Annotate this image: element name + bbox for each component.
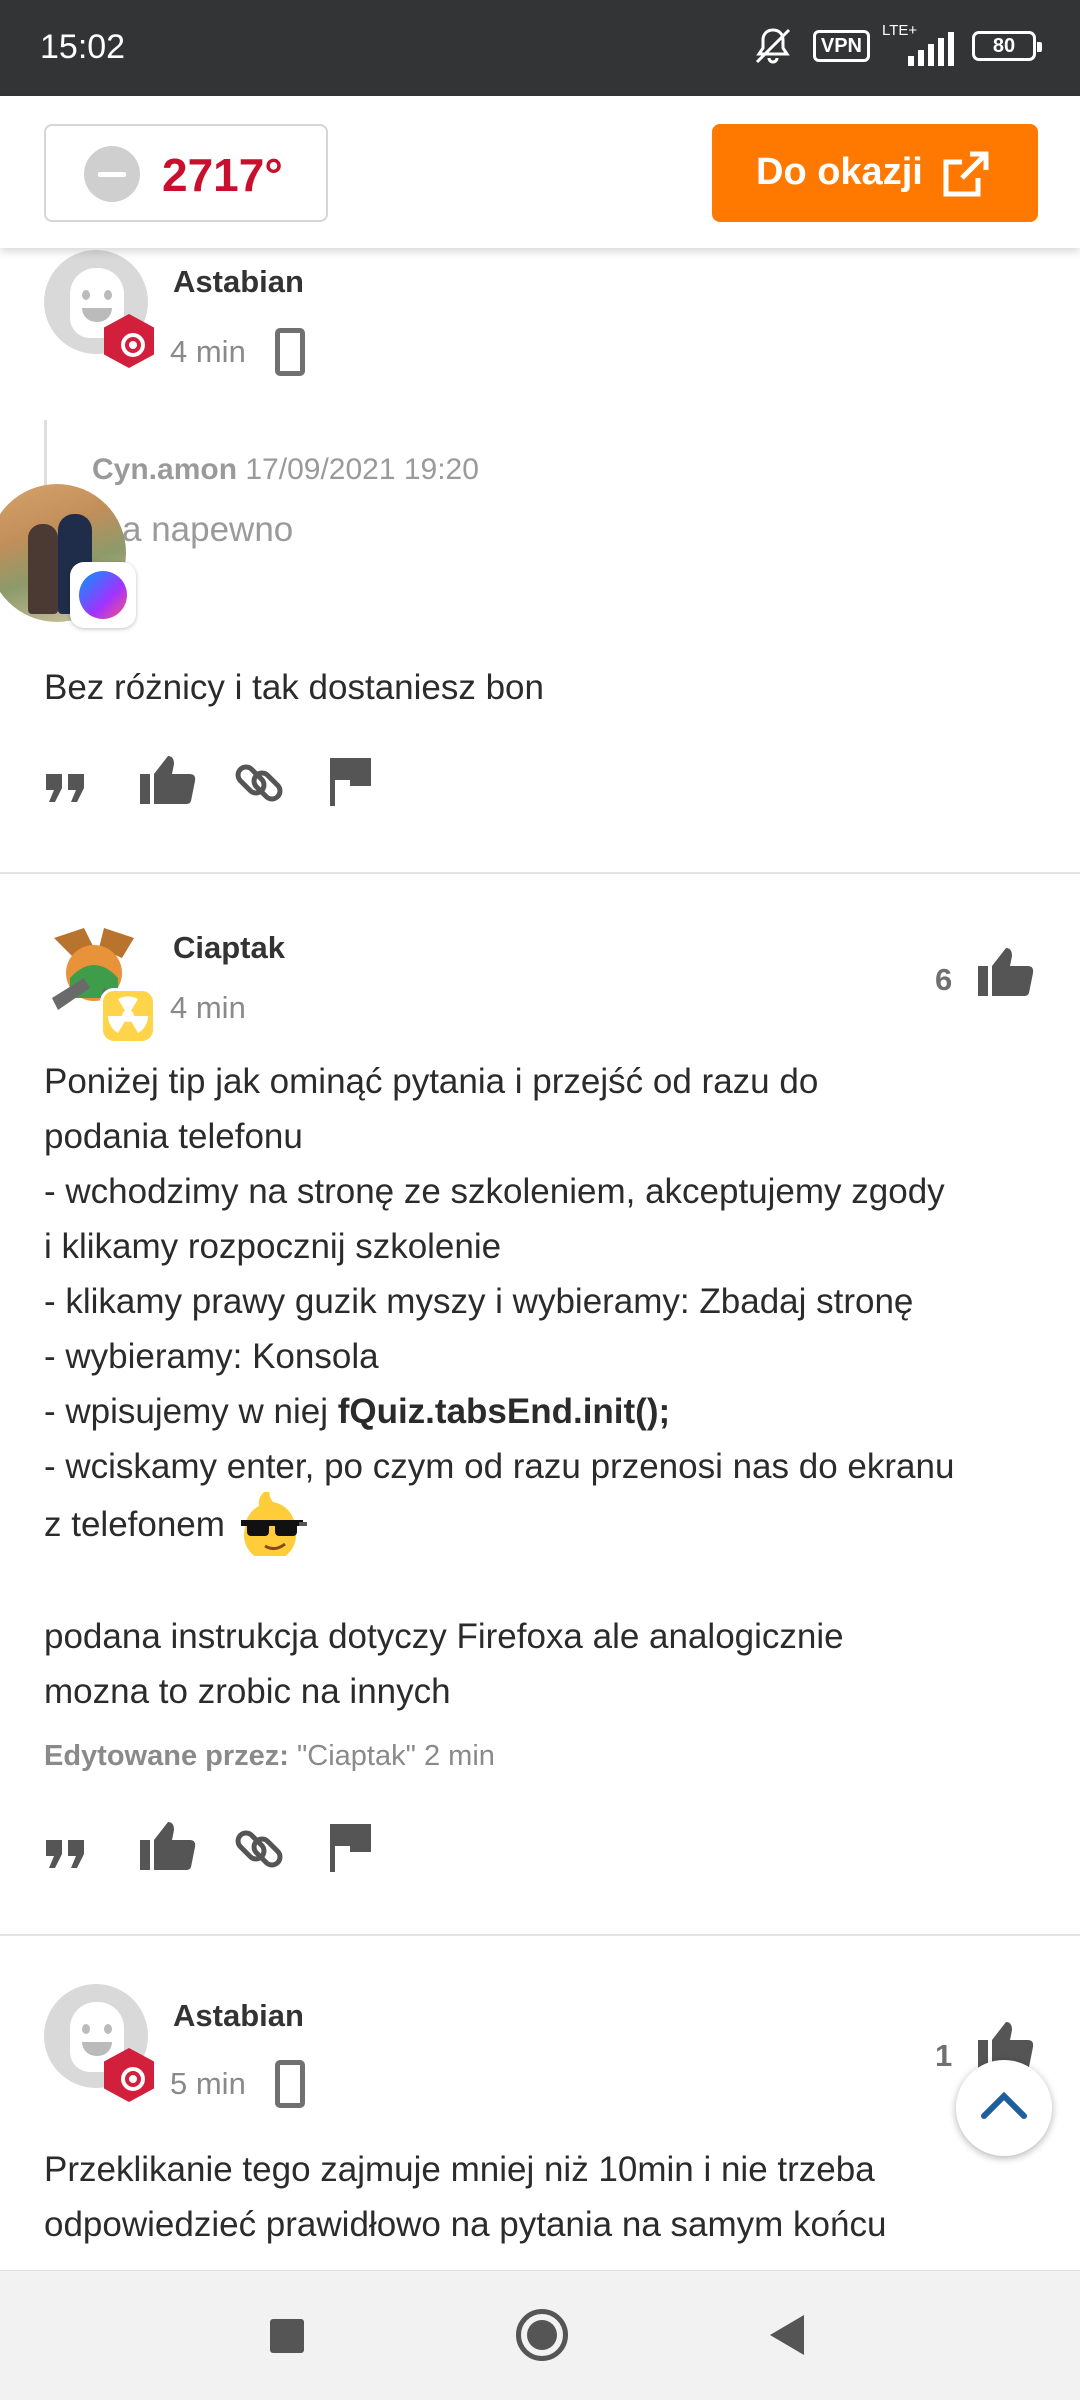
battery-icon: 80 xyxy=(972,31,1042,61)
text-line: podania telefonu xyxy=(44,1117,303,1156)
comment-text: Poniżej tip jak ominąć pytania i przejść… xyxy=(44,1054,1044,1719)
edited-by: "Ciaptak" 2 min xyxy=(297,1740,495,1772)
text-line: i klikamy rozpocznij szkolenie xyxy=(44,1227,502,1266)
thumbs-up-icon xyxy=(140,1822,196,1870)
like-button[interactable] xyxy=(138,754,232,810)
text-line: - wpisujemy w niej fQuiz.tabsEnd.init(); xyxy=(44,1384,1044,1439)
comments-list: Astabian 4 min Cyn.amon 17/09/2021 19:20… xyxy=(0,248,1080,2270)
text-line: Przeklikanie tego zajmuje mniej niż 10mi… xyxy=(44,2150,875,2189)
network-type: LTE+ xyxy=(882,22,918,39)
quoted-text: a napewno xyxy=(122,510,294,549)
radiation-badge-icon xyxy=(100,988,156,1044)
vpn-icon: VPN xyxy=(812,30,870,62)
text-line: - wciskamy enter, po czym od razu przeno… xyxy=(44,1447,955,1486)
comment-text: Bez różnicy i tak dostaniesz bon xyxy=(44,668,544,707)
phone-icon xyxy=(275,328,305,376)
sunglasses-emoji-icon xyxy=(235,1492,307,1556)
edited-label: Edytowane przez: xyxy=(44,1740,289,1772)
text-line: odpowiedzieć prawidłowo na pytania na sa… xyxy=(44,2205,887,2244)
comment-author[interactable]: Astabian xyxy=(173,1998,304,2034)
link-icon xyxy=(235,1830,283,1868)
comment-actions xyxy=(44,1820,420,1876)
comment-time: 4 min xyxy=(170,334,246,369)
phone-icon xyxy=(275,2060,305,2108)
text-line: - wybieramy: Konsola xyxy=(44,1337,379,1376)
go-to-deal-label: Do okazji xyxy=(756,151,923,193)
chevron-up-icon xyxy=(981,2091,1027,2119)
quoted-date: 17/09/2021 19:20 xyxy=(245,453,479,486)
quoted-comment-meta: Cyn.amon 17/09/2021 19:20 xyxy=(92,453,479,487)
copy-link-button[interactable] xyxy=(232,1820,326,1876)
external-link-icon xyxy=(943,151,989,197)
flag-icon xyxy=(330,758,371,806)
text-line: - wchodzimy na stronę ze szkoleniem, akc… xyxy=(44,1172,945,1211)
thumbs-up-icon xyxy=(140,756,196,804)
link-icon xyxy=(235,764,283,802)
status-icons: VPN LTE+ 80 xyxy=(751,22,1042,68)
text-line: - klikamy prawy guzik myszy i wybieramy:… xyxy=(44,1282,914,1321)
signal-icon: LTE+ xyxy=(882,22,954,66)
report-button[interactable] xyxy=(326,754,420,810)
like-button[interactable] xyxy=(138,1820,232,1876)
temperature-value: 2717° xyxy=(162,149,283,201)
report-button[interactable] xyxy=(326,1820,420,1876)
battery-level: 80 xyxy=(992,35,1016,57)
comment-divider xyxy=(0,1934,1080,1936)
scroll-to-top-button[interactable] xyxy=(956,2060,1052,2156)
comment-time: 4 min xyxy=(170,990,246,1025)
comment-actions xyxy=(44,754,420,810)
comment-author[interactable]: Astabian xyxy=(173,264,304,300)
deal-header-bar: 2717° Do okazji xyxy=(0,96,1080,248)
comment-divider xyxy=(0,872,1080,874)
comment-time: 5 min xyxy=(170,2066,246,2101)
text-line: Poniżej tip jak ominąć pytania i przejść… xyxy=(44,1062,819,1101)
messenger-icon xyxy=(70,562,136,628)
like-count: 1 xyxy=(935,2038,953,2073)
back-button[interactable] xyxy=(770,2315,804,2355)
recent-apps-button[interactable] xyxy=(270,2319,304,2353)
status-bar: 15:02 VPN LTE+ 80 xyxy=(0,0,1080,96)
copy-link-button[interactable] xyxy=(232,754,326,810)
text-line: podana instrukcja dotyczy Firefoxa ale a… xyxy=(44,1617,844,1656)
code-snippet: fQuiz.tabsEnd.init(); xyxy=(337,1392,671,1431)
text-fragment: - wpisujemy w niej xyxy=(44,1392,338,1431)
temperature-box: 2717° xyxy=(44,124,328,222)
status-time: 15:02 xyxy=(40,28,126,66)
go-to-deal-button[interactable]: Do okazji xyxy=(712,124,1038,222)
quote-button[interactable] xyxy=(44,1820,138,1876)
vote-cold-button[interactable] xyxy=(84,146,140,202)
comment-author[interactable]: Ciaptak xyxy=(173,930,285,966)
home-button[interactable] xyxy=(516,2309,568,2361)
quoted-author[interactable]: Cyn.amon xyxy=(92,453,237,486)
text-line: z telefonem xyxy=(44,1492,1044,1556)
system-nav-bar xyxy=(0,2270,1080,2400)
bell-muted-icon xyxy=(755,28,790,64)
text-line: mozna to zrobic na innych xyxy=(44,1672,451,1711)
text-fragment: z telefonem xyxy=(44,1505,225,1544)
quote-button[interactable] xyxy=(44,754,138,810)
thumbs-up-icon[interactable] xyxy=(976,946,1036,998)
flag-icon xyxy=(330,1824,371,1872)
comment-text: Przeklikanie tego zajmuje mniej niż 10mi… xyxy=(44,2142,1044,2252)
quote-icon xyxy=(46,1840,84,1868)
quote-icon xyxy=(46,774,84,802)
edited-note: Edytowane przez: "Ciaptak" 2 min xyxy=(44,1740,495,1773)
like-count: 6 xyxy=(935,962,953,997)
